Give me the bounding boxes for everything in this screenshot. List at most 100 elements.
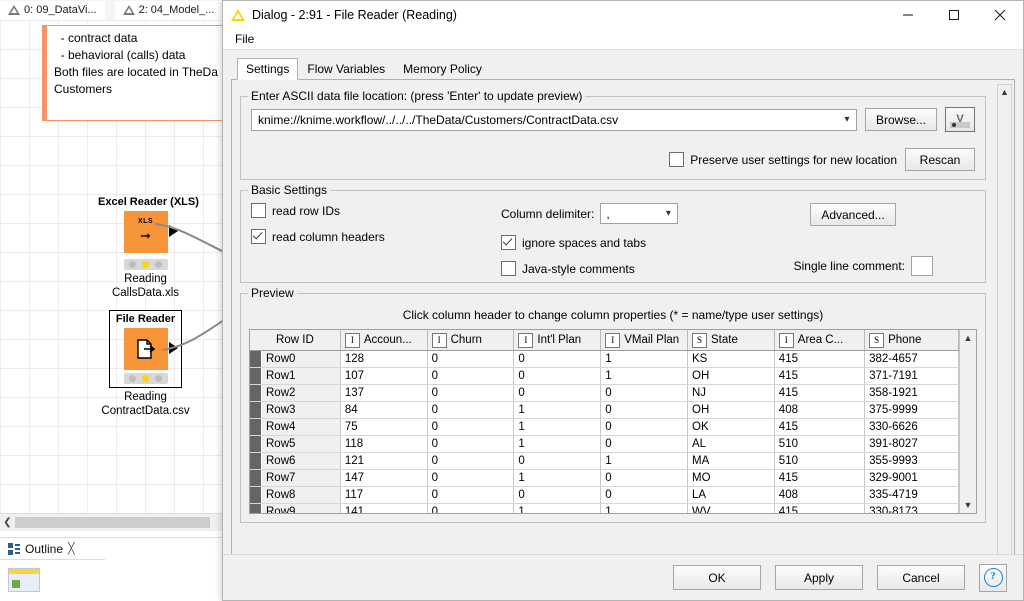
table-cell: 1 [514,470,601,487]
java-comments-label: Java-style comments [522,262,635,276]
row-id-cell: Row7 [250,470,340,487]
chevron-down-icon[interactable]: ▾ [659,208,677,219]
preview-hint: Click column header to change column pro… [249,308,977,322]
workflow-node-excel-reader[interactable]: Excel Reader (XLS) XLS ➞ Reading CallsDa… [98,196,193,300]
cancel-button[interactable]: Cancel [877,565,965,590]
ignore-spaces-checkbox[interactable]: ignore spaces and tabs [501,235,646,250]
tab-memory-policy[interactable]: Memory Policy [394,58,491,80]
workflow-canvas[interactable]: - contract data - behavioral (calls) dat… [0,20,224,515]
read-column-headers-checkbox[interactable]: read column headers [251,229,385,244]
column-delimiter-select[interactable]: , ▾ [600,203,678,224]
browse-button[interactable]: Browse... [865,108,937,131]
chevron-up-icon[interactable]: ▲ [1000,85,1009,99]
close-button[interactable] [977,1,1023,29]
table-cell: 355-9993 [865,453,959,470]
table-row[interactable]: Row0128001KS415382-4657 [250,351,959,368]
node-output-port[interactable] [169,225,178,237]
node-selection-frame[interactable]: File Reader [109,310,182,388]
advanced-button[interactable]: Advanced... [810,203,895,226]
tab-flow-variables[interactable]: Flow Variables [298,58,394,80]
settings-panel-scrollbar[interactable]: ▲ [997,84,1012,574]
apply-button[interactable]: Apply [775,565,863,590]
scrollbar-track[interactable] [960,346,976,497]
editor-tab-0[interactable]: 0: 09_DataVi... [0,1,105,20]
node-label: Reading ContractData.csv [98,390,193,418]
table-cell: 147 [340,470,427,487]
table-row[interactable]: Row1107001OH415371-7191 [250,368,959,385]
menu-file[interactable]: File [231,32,258,46]
preview-table-scrollbar[interactable]: ▲ ▼ [959,330,976,513]
basic-settings-grid: read row IDs read column headers [251,203,975,278]
table-row[interactable]: Row8117000LA408335-4719 [250,487,959,504]
table-header-phone[interactable]: SPhone [865,330,959,351]
table-cell: 0 [514,453,601,470]
row-id-cell: Row3 [250,402,340,419]
table-cell: 0 [514,385,601,402]
led-configured [142,375,149,382]
editor-tab-1[interactable]: 2: 04_Model_... [115,1,223,20]
table-cell: 121 [340,453,427,470]
table-row[interactable]: Row6121001MA510355-9993 [250,453,959,470]
table-cell: 0 [427,453,514,470]
table-header-churn[interactable]: IChurn [427,330,514,351]
basic-settings-group: Basic Settings read row IDs [240,190,986,283]
table-row[interactable]: Row475010OK415330-6626 [250,419,959,436]
scrollbar-thumb[interactable] [15,517,210,528]
knime-node-icon [8,5,20,15]
table-row[interactable]: Row9141011WV415330-8173 [250,504,959,514]
preview-table[interactable]: Row ID I Accoun... IChurnIInt'l PlanIVMail … [250,330,959,513]
table-row[interactable]: Row384010OH408375-9999 [250,402,959,419]
help-button[interactable]: ? [979,564,1007,592]
chevron-down-icon[interactable]: ▼ [960,497,976,513]
read-row-ids-checkbox[interactable]: read row IDs [251,203,340,218]
table-header-row-id[interactable]: Row ID [250,330,340,351]
table-header-accoun[interactable]: I Accoun... [340,330,427,351]
checkbox-box[interactable] [251,203,266,218]
column-delimiter-label: Column delimiter: [501,207,594,221]
table-row[interactable]: Row2137000NJ415358-1921 [250,385,959,402]
rescan-button[interactable]: Rescan [905,148,975,171]
checkbox-box[interactable] [251,229,266,244]
tab-settings[interactable]: Settings [237,58,298,80]
maximize-button[interactable] [931,1,977,29]
flow-variable-icon[interactable]: V [945,107,975,132]
table-header-state[interactable]: SState [688,330,775,351]
file-path-combo[interactable]: knime://knime.workflow/../../../TheData/… [251,109,857,131]
row-id-cell: Row9 [250,504,340,514]
ignore-spaces-row: ignore spaces and tabs [501,235,731,250]
table-cell: 0 [427,402,514,419]
canvas-horizontal-scrollbar[interactable]: ❮ [0,513,224,531]
ok-button[interactable]: OK [673,565,761,590]
table-cell: AL [688,436,775,453]
led-executed [155,375,162,382]
java-comments-checkbox[interactable]: Java-style comments [501,261,635,276]
tab-outline[interactable]: Outline ╳ [0,538,105,560]
single-line-comment-input[interactable] [911,256,933,276]
node-output-port[interactable] [169,342,178,354]
checkbox-box[interactable] [501,235,516,250]
column-delimiter-value: , [601,207,659,221]
table-cell: 335-4719 [865,487,959,504]
chevron-left-icon[interactable]: ❮ [0,517,15,528]
chevron-up-icon[interactable]: ▲ [960,330,976,346]
checkbox-box[interactable] [501,261,516,276]
outline-thumbnail[interactable] [8,568,40,592]
close-icon[interactable]: ╳ [68,542,75,555]
workflow-annotation[interactable]: - contract data - behavioral (calls) dat… [42,25,224,121]
column-label: Accoun... [364,334,412,346]
table-header-vmail-plan[interactable]: IVMail Plan [601,330,688,351]
basic-settings-left-column: read row IDs read column headers [251,203,501,278]
table-cell: 84 [340,402,427,419]
table-row[interactable]: Row7147010MO415329-9001 [250,470,959,487]
preview-group: Preview Click column header to change co… [240,293,986,523]
table-header-int-l-plan[interactable]: IInt'l Plan [514,330,601,351]
chevron-down-icon[interactable]: ▾ [838,114,856,125]
minimize-button[interactable] [885,1,931,29]
column-type-badge: I [345,333,360,348]
checkbox-box[interactable] [669,152,684,167]
preserve-settings-checkbox[interactable]: Preserve user settings for new location [669,152,897,167]
workflow-node-file-reader[interactable]: File Reader [98,310,193,418]
table-row[interactable]: Row5118010AL510391-8027 [250,436,959,453]
table-header-area-c[interactable]: IArea C... [774,330,864,351]
table-cell: 0 [601,385,688,402]
